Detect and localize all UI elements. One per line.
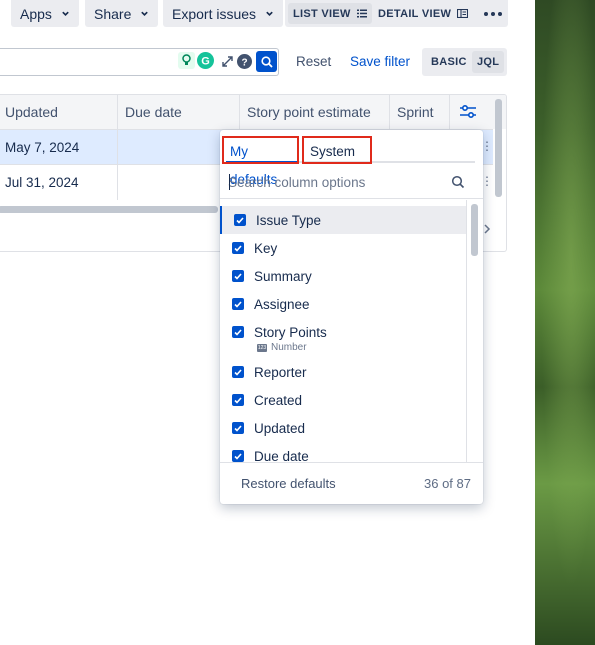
column-option-label: Story Points	[254, 324, 327, 340]
svg-text:?: ?	[241, 57, 247, 68]
text-cursor	[229, 174, 230, 190]
column-config-button[interactable]	[454, 97, 482, 127]
column-header-due-date[interactable]: Due date	[118, 95, 240, 129]
column-option-label: Summary	[254, 268, 312, 284]
list-view-label: LIST VIEW	[293, 7, 351, 20]
column-header-story-points[interactable]: Story point estimate	[240, 95, 390, 129]
export-issues-button[interactable]: Export issues	[163, 0, 284, 27]
detail-view-button[interactable]: DETAIL VIEW	[373, 3, 473, 24]
check-icon	[234, 424, 242, 432]
column-option-key[interactable]: Key	[220, 234, 466, 262]
column-option-updated[interactable]: Updated	[220, 414, 466, 442]
search-icon	[451, 175, 465, 189]
chevron-down-icon	[141, 11, 149, 16]
lightbulb-icon[interactable]	[178, 52, 195, 69]
column-option-label: Reporter	[254, 364, 307, 380]
cell-updated: May 7, 2024	[0, 130, 118, 165]
search-icon	[260, 55, 273, 68]
apps-button[interactable]: Apps	[11, 0, 79, 27]
chevron-right-icon[interactable]	[483, 224, 491, 234]
save-filter-button[interactable]: Save filter	[350, 54, 410, 69]
column-option-sublabel: Number	[271, 342, 307, 353]
reset-button[interactable]: Reset	[296, 54, 331, 69]
check-icon	[234, 328, 242, 336]
check-icon	[236, 216, 244, 224]
check-icon	[234, 368, 242, 376]
basic-mode-button[interactable]: BASIC	[426, 51, 472, 73]
column-option-type: 123 Number	[257, 342, 307, 353]
column-options-popup: My defaults System Issue Type Key Summar…	[220, 130, 483, 504]
checkbox[interactable]	[232, 422, 244, 434]
share-label: Share	[94, 5, 132, 22]
apps-label: Apps	[20, 5, 52, 22]
vertical-scrollbar[interactable]	[495, 99, 502, 197]
column-search-input[interactable]	[228, 172, 448, 192]
search-button[interactable]	[256, 51, 277, 72]
column-option-label: Due date	[254, 448, 309, 463]
column-option-issue-type[interactable]: Issue Type	[220, 206, 466, 234]
more-icon	[484, 11, 502, 16]
column-search	[220, 166, 483, 199]
checkbox[interactable]	[232, 450, 244, 462]
column-option-created[interactable]: Created	[220, 386, 466, 414]
column-option-label: Created	[254, 392, 303, 408]
column-header-sprint[interactable]: Sprint	[390, 95, 450, 129]
search-mode-toggle: BASIC JQL	[422, 48, 507, 76]
column-option-due-date[interactable]: Due date	[220, 442, 466, 462]
tab-my-defaults[interactable]: My defaults	[222, 136, 299, 187]
check-icon	[234, 244, 242, 252]
tab-system[interactable]: System	[302, 136, 372, 164]
detail-view-icon	[457, 9, 469, 18]
column-option-assignee[interactable]: Assignee	[220, 290, 466, 318]
check-icon	[234, 396, 242, 404]
column-option-label: Assignee	[254, 296, 310, 312]
grammarly-icon[interactable]: G	[197, 52, 214, 69]
checkbox[interactable]	[234, 214, 246, 226]
popup-footer: Restore defaults 36 of 87	[220, 462, 483, 504]
list-view-button[interactable]: LIST VIEW	[288, 3, 372, 24]
chevron-down-icon	[62, 11, 69, 16]
settings-sliders-icon	[460, 105, 476, 119]
checkbox[interactable]	[232, 394, 244, 406]
column-options-list: Issue Type Key Summary Assignee Story Po…	[220, 200, 483, 462]
checkbox[interactable]	[232, 242, 244, 254]
view-toggle-group: LIST VIEW DETAIL VIEW	[285, 0, 506, 27]
help-icon[interactable]: ?	[237, 54, 252, 69]
more-actions-button[interactable]	[478, 0, 508, 27]
checkbox[interactable]	[232, 326, 244, 338]
jql-mode-button[interactable]: JQL	[472, 51, 505, 73]
expand-icon[interactable]	[222, 56, 233, 67]
column-option-label: Issue Type	[256, 212, 322, 228]
check-icon	[234, 272, 242, 280]
restore-defaults-button[interactable]: Restore defaults	[241, 476, 336, 491]
check-icon	[234, 452, 242, 460]
column-option-summary[interactable]: Summary	[220, 262, 466, 290]
horizontal-scrollbar[interactable]	[0, 206, 218, 213]
column-option-reporter[interactable]: Reporter	[220, 358, 466, 386]
svg-text:G: G	[201, 56, 210, 68]
row-actions-icon[interactable]: ⋮⋮	[481, 174, 506, 188]
column-header-updated[interactable]: Updated	[0, 95, 118, 129]
chevron-down-icon	[266, 11, 273, 16]
checkbox[interactable]	[232, 366, 244, 378]
cell-updated: Jul 31, 2024	[0, 165, 118, 200]
list-scrollbar[interactable]	[471, 204, 478, 256]
detail-view-label: DETAIL VIEW	[378, 7, 452, 20]
share-button[interactable]: Share	[85, 0, 159, 27]
export-issues-label: Export issues	[172, 5, 257, 22]
desktop-wallpaper	[535, 0, 595, 645]
column-option-label: Key	[254, 240, 278, 256]
list-icon	[356, 9, 367, 18]
checkbox[interactable]	[232, 298, 244, 310]
row-actions-icon[interactable]: ⋮⋮	[481, 139, 506, 153]
list-scroll-track	[466, 200, 467, 462]
checkbox[interactable]	[232, 270, 244, 282]
number-field-icon: 123	[257, 343, 267, 352]
column-option-label: Updated	[254, 420, 306, 436]
column-count: 36 of 87	[424, 476, 471, 491]
check-icon	[234, 300, 242, 308]
